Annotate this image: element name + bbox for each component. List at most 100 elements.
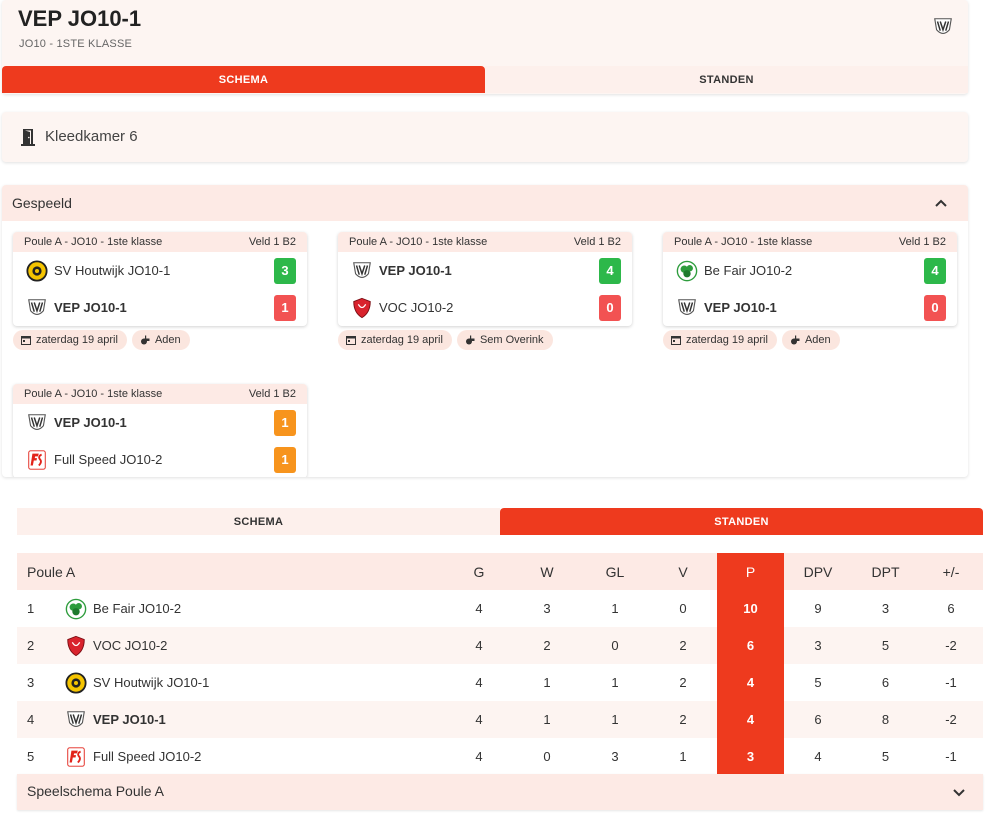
tab-standen[interactable]: STANDEN xyxy=(500,508,983,535)
draws: 1 xyxy=(611,601,619,616)
chevron-down-icon[interactable] xyxy=(952,785,966,799)
col-g[interactable]: G xyxy=(445,553,513,590)
team-name: VEP JO10-1 xyxy=(93,712,166,727)
door-icon xyxy=(21,129,35,146)
team-name: VOC JO10-2 xyxy=(93,638,168,653)
table-row[interactable]: 5 Full Speed JO10-2 4 0 3 1 3 4 5 -1 xyxy=(17,738,983,775)
vep-crest-icon xyxy=(676,297,698,319)
position: 5 xyxy=(27,749,35,764)
away-team: Full Speed JO10-2 xyxy=(54,452,163,467)
vep-crest-icon xyxy=(932,16,954,38)
standings-table: Poule A G W GL V P DPV DPT +/- 1 Be Fair… xyxy=(17,553,983,775)
befair-logo-icon xyxy=(676,260,698,282)
col-diff[interactable]: +/- xyxy=(919,553,983,590)
match-header: Poule A - JO10 - 1ste klasse Veld 1 B2 xyxy=(13,232,307,252)
vep-crest-icon xyxy=(351,260,373,282)
whistle-icon xyxy=(140,335,150,345)
points: 4 xyxy=(717,664,784,701)
position: 4 xyxy=(17,701,65,738)
team-name: Be Fair JO10-2 xyxy=(93,601,182,616)
match-header: Poule A - JO10 - 1ste klasse Veld 1 B2 xyxy=(338,232,632,252)
home-team: Be Fair JO10-2 xyxy=(704,263,793,278)
games: 4 xyxy=(475,675,483,690)
match-poule: Poule A - JO10 - 1ste klasse xyxy=(349,236,488,248)
schedule-panel-header[interactable]: Speelschema Poule A xyxy=(17,774,983,810)
voc-logo-icon xyxy=(65,635,87,657)
games: 4 xyxy=(475,749,483,764)
team-subtitle: JO10 - 1STE KLASSE xyxy=(19,38,133,50)
match-field: Veld 1 B2 xyxy=(898,236,946,248)
tab-bar-bottom: SCHEMA STANDEN xyxy=(17,508,983,535)
col-w[interactable]: W xyxy=(513,553,581,590)
team-name: Full Speed JO10-2 xyxy=(93,749,202,764)
match-referee: Sem Overink xyxy=(479,334,544,346)
match-away-row: Full Speed JO10-2 1 xyxy=(13,441,307,477)
home-score: 4 xyxy=(924,257,946,284)
played-panel-header[interactable]: Gespeeld xyxy=(2,185,968,221)
match-card[interactable]: Poule A - JO10 - 1ste klasse Veld 1 B2 B… xyxy=(663,232,957,350)
match-field: Veld 1 B2 xyxy=(248,236,296,248)
room-label: Kleedkamer 6 xyxy=(45,128,138,145)
match-date-chip: zaterdag 19 april xyxy=(13,330,127,350)
away-score: 0 xyxy=(924,294,946,321)
position: 3 xyxy=(27,675,35,690)
tab-schema[interactable]: SCHEMA xyxy=(17,508,500,535)
tab-standen[interactable]: STANDEN xyxy=(485,66,968,93)
losses: 2 xyxy=(649,627,717,664)
col-v[interactable]: V xyxy=(649,553,717,590)
losses: 2 xyxy=(679,675,687,690)
draws: 1 xyxy=(611,675,619,690)
match-card[interactable]: Poule A - JO10 - 1ste klasse Veld 1 B2 S… xyxy=(13,232,307,350)
whistle-icon xyxy=(465,335,475,345)
goals-for: 9 xyxy=(814,601,822,616)
room-card: Kleedkamer 6 xyxy=(2,112,968,162)
schedule-title: Speelschema Poule A xyxy=(27,783,164,799)
calendar-icon xyxy=(21,336,31,345)
away-team: VEP JO10-1 xyxy=(54,300,127,315)
tab-schema[interactable]: SCHEMA xyxy=(2,66,485,93)
table-row[interactable]: 1 Be Fair JO10-2 4 3 1 0 10 9 3 6 xyxy=(17,590,983,627)
goals-for: 4 xyxy=(814,749,822,764)
points: 3 xyxy=(717,738,784,775)
goal-difference: -1 xyxy=(945,749,957,764)
played-title: Gespeeld xyxy=(12,195,72,211)
match-header: Poule A - JO10 - 1ste klasse Veld 1 B2 xyxy=(663,232,957,252)
calendar-icon xyxy=(671,336,681,345)
losses: 2 xyxy=(649,701,717,738)
match-card[interactable]: Poule A - JO10 - 1ste klasse Veld 1 B2 V… xyxy=(338,232,632,350)
goals-against: 3 xyxy=(881,601,890,616)
houtwijk-logo-icon xyxy=(26,260,48,282)
tab-bar-top: SCHEMA STANDEN xyxy=(2,66,968,93)
away-score: 1 xyxy=(274,294,296,321)
vep-crest-icon xyxy=(65,709,87,731)
match-header: Poule A - JO10 - 1ste klasse Veld 1 B2 xyxy=(13,384,307,404)
goals-against: 6 xyxy=(881,675,890,690)
goals-against: 5 xyxy=(881,749,890,764)
col-gl[interactable]: GL xyxy=(581,553,649,590)
table-row[interactable]: 2 VOC JO10-2 4 2 0 2 6 3 5 -2 xyxy=(17,627,983,664)
away-team: VEP JO10-1 xyxy=(704,300,777,315)
fullspeed-logo-icon xyxy=(26,449,48,471)
table-row[interactable]: 3 SV Houtwijk JO10-1 4 1 1 2 4 5 6 -1 xyxy=(17,664,983,701)
match-field: Veld 1 B2 xyxy=(573,236,621,248)
match-away-row: VEP JO10-1 1 xyxy=(13,289,307,326)
standings-header-row: Poule A G W GL V P DPV DPT +/- xyxy=(17,553,983,590)
houtwijk-logo-icon xyxy=(65,672,87,694)
losses: 0 xyxy=(679,601,687,616)
games: 4 xyxy=(475,601,483,616)
befair-logo-icon xyxy=(65,598,87,620)
losses: 1 xyxy=(679,749,687,764)
match-home-row: SV Houtwijk JO10-1 3 xyxy=(13,252,307,289)
match-card[interactable]: Poule A - JO10 - 1ste klasse Veld 1 B2 V… xyxy=(13,384,307,477)
wins: 1 xyxy=(513,701,581,738)
col-dpv[interactable]: DPV xyxy=(784,553,852,590)
match-referee-chip: Sem Overink xyxy=(456,330,553,350)
chevron-up-icon[interactable] xyxy=(934,196,948,210)
match-referee-chip: Aden xyxy=(131,330,190,350)
goal-difference: -1 xyxy=(945,675,957,690)
away-score: 1 xyxy=(274,446,296,473)
table-row[interactable]: 4 VEP JO10-1 4 1 1 2 4 6 8 -2 xyxy=(17,701,983,738)
col-dpt[interactable]: DPT xyxy=(852,553,919,590)
col-p[interactable]: P xyxy=(717,553,784,590)
match-home-row: VEP JO10-1 1 xyxy=(13,404,307,441)
